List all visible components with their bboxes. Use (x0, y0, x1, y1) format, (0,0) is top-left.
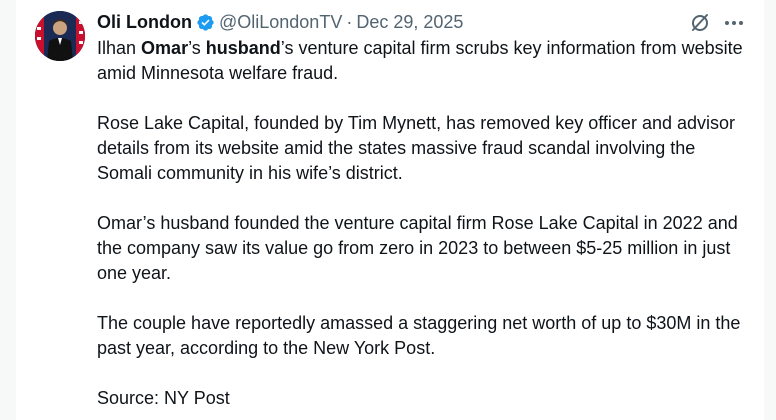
author-name[interactable]: Oli London (97, 12, 192, 33)
tweet-card[interactable]: Oli London @OliLondonTV · Dec 29, 2025 I… (16, 0, 764, 420)
avatar[interactable] (35, 11, 85, 61)
page: Oli London @OliLondonTV · Dec 29, 2025 I… (0, 0, 776, 420)
tweet-paragraph-5: Source: NY Post (97, 388, 230, 408)
verified-badge-icon[interactable] (196, 13, 215, 32)
tweet-header: Oli London @OliLondonTV · Dec 29, 2025 (97, 10, 463, 34)
more-icon[interactable] (722, 11, 746, 35)
text-run-bold: husband (205, 38, 281, 58)
tweet-text: Ilhan Omar’s husband’s venture capital f… (97, 36, 747, 420)
author-handle[interactable]: @OliLondonTV (219, 12, 342, 33)
text-run-bold: Omar (141, 38, 189, 58)
tweet-paragraph-1: Ilhan Omar’s husband’s venture capital f… (97, 36, 747, 86)
separator-dot: · (346, 11, 353, 32)
text-run: Ilhan (97, 38, 142, 58)
tweet-paragraph-4: The couple have reportedly amassed a sta… (97, 313, 741, 358)
grok-icon[interactable] (688, 11, 712, 35)
tweet-paragraph-3: Omar’s husband founded the venture capit… (97, 213, 738, 283)
text-run: ’s (188, 38, 206, 58)
tweet-paragraph-2: Rose Lake Capital, founded by Tim Mynett… (97, 113, 735, 183)
tweet-date[interactable]: Dec 29, 2025 (356, 12, 463, 33)
